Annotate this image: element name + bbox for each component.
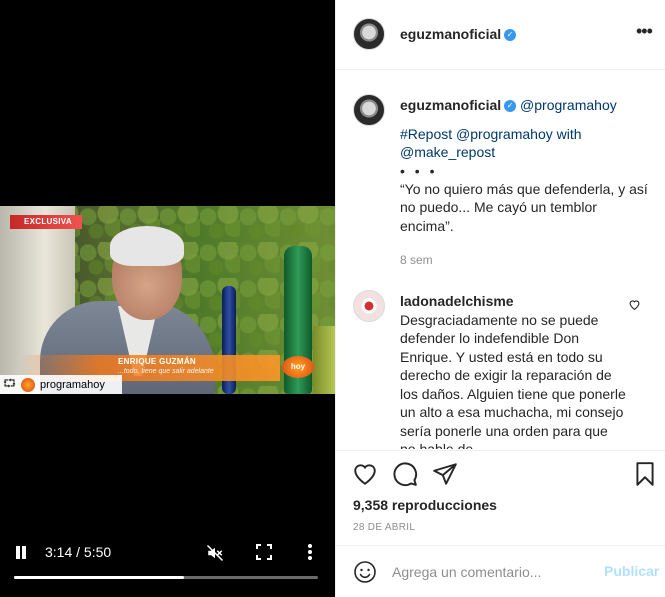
lower-third-subtitle: ...todo, tiene que salir adelante [118,368,214,375]
verified-badge-icon: ✓ [504,29,517,42]
post-sidebar: eguzmanoficial ✓ ••• eguzmanoficial ✓ @pro… [335,0,665,597]
comment-bubble-icon[interactable] [392,461,418,487]
post-date[interactable]: 28 DE ABRIL [353,522,415,533]
channel-logo: hoy [282,356,314,378]
comment-text: Desgraciadamente no se puede defender lo… [400,311,626,450]
like-heart-icon[interactable] [352,461,378,487]
fullscreen-icon[interactable] [256,544,272,560]
repost-line-1[interactable]: #Repost @programahoy with [400,125,650,144]
caption-time-ago[interactable]: 8 sem [400,251,650,270]
programahoy-logo-icon [21,377,36,392]
comment-like-heart-icon[interactable] [628,298,641,311]
video-controls: 3:14 / 5:50 [0,540,335,580]
video-progress-fill [14,576,185,579]
yellow-bottle [313,326,335,394]
emoji-smiley-icon[interactable] [353,560,377,584]
caption-avatar[interactable] [353,94,385,126]
post-header: eguzmanoficial ✓ ••• [336,0,665,70]
repost-line-2[interactable]: @make_repost [400,143,650,162]
comment-input[interactable] [392,562,592,582]
comment: ladonadelchisme Desgraciadamente no se p… [400,292,626,449]
video-player[interactable]: EXCLUSIVA ENRIQUE GUZMÁN ...todo, tiene … [0,0,335,597]
commenter-username[interactable]: ladonadelchisme [400,292,626,311]
more-icon[interactable]: ••• [636,22,653,40]
post-comment-button[interactable]: Publicar [604,563,659,579]
post-actions: 9,358 reproducciones 28 DE ABRIL [336,450,665,545]
interviewee-hair [110,226,184,266]
video-time: 3:14 / 5:50 [45,544,112,560]
caption-mention[interactable]: @programahoy [520,97,617,113]
watermark-username: programahoy [40,378,105,391]
lower-third-name: ENRIQUE GUZMÁN [118,357,196,366]
author-username[interactable]: eguzmanoficial ✓ [400,26,517,42]
comments-section[interactable]: eguzmanoficial ✓ @programahoy #Repost @pr… [336,71,665,449]
share-send-icon[interactable] [432,461,458,487]
more-options-icon[interactable] [304,543,316,561]
add-comment-bar: Publicar [336,545,665,597]
caption-quote: “Yo no quiero más que defenderla, y así … [400,180,648,234]
caption: eguzmanoficial ✓ @programahoy #Repost @pr… [400,96,650,270]
view-count[interactable]: 9,358 reproducciones [353,497,497,513]
caption-username[interactable]: eguzmanoficial [400,97,501,113]
exclusive-banner: EXCLUSIVA [10,215,82,229]
mute-icon[interactable] [206,544,224,562]
pause-icon[interactable] [14,546,28,560]
repost-icon: ⮔ [3,378,17,390]
repost-watermark: ⮔ programahoy [0,375,122,394]
video-progress-bar[interactable] [14,576,318,579]
bookmark-save-icon[interactable] [632,461,658,487]
video-frame[interactable]: EXCLUSIVA ENRIQUE GUZMÁN ...todo, tiene … [0,206,335,394]
commenter-avatar[interactable] [353,290,385,322]
author-username-text[interactable]: eguzmanoficial [400,26,501,42]
caption-dots: • • • [400,162,438,179]
verified-badge-icon: ✓ [504,100,517,113]
author-avatar[interactable] [353,18,385,50]
